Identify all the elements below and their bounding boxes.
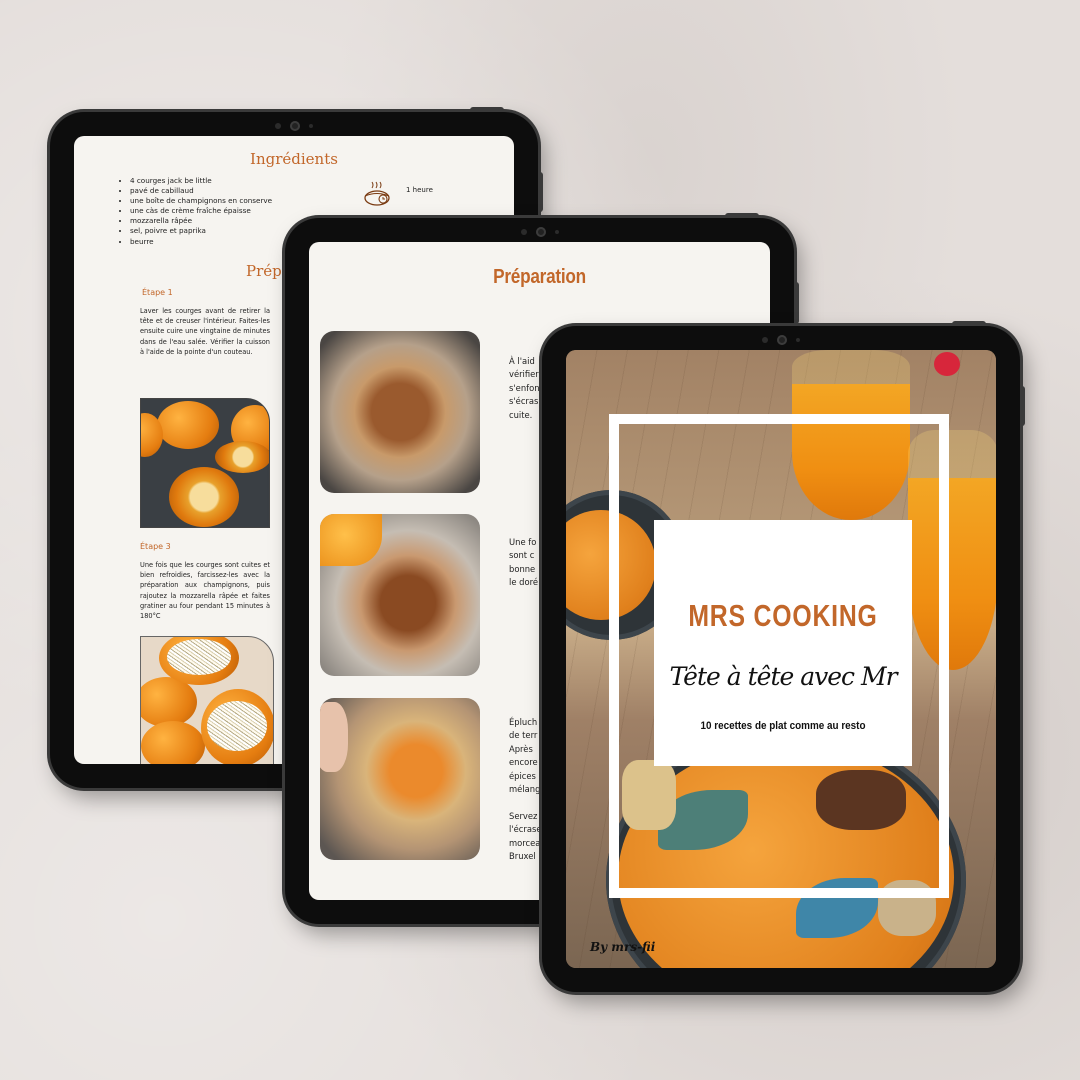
camera-icon xyxy=(762,335,800,345)
tablet-power-button xyxy=(470,107,504,112)
ingredients-title: Ingrédients xyxy=(250,150,338,168)
preparation-title: Préparation xyxy=(493,266,586,288)
ingredient-item: une càs de crème fraîche épaisse xyxy=(130,206,272,216)
cooking-time: 1 heure xyxy=(406,186,433,194)
ingredient-item: mozzarella râpée xyxy=(130,216,272,226)
ingredients-list: 4 courges jack be little pavé de cabilla… xyxy=(118,176,272,247)
cover-title-card: MRS COOKING Tête à tête avec Mr 10 recet… xyxy=(654,520,912,766)
cover-screen: MRS COOKING Tête à tête avec Mr 10 recet… xyxy=(566,350,996,968)
step-1-text: Laver les courges avant de retirer la tê… xyxy=(140,307,270,356)
mashed-potato-photo xyxy=(320,698,480,860)
tablet-volume-button xyxy=(794,282,799,324)
tablet-cover: MRS COOKING Tête à tête avec Mr 10 recet… xyxy=(542,321,1025,992)
step-3-text: Une fois que les courges sont cuites et … xyxy=(140,561,270,621)
preparation-paragraph-1: À l'aid vérifier s'enfon s'écras cuite. xyxy=(509,356,540,420)
camera-icon xyxy=(520,227,559,237)
cooking-pot-timer-icon xyxy=(364,181,390,206)
camera-icon xyxy=(275,121,313,131)
step-3-title: Étape 3 xyxy=(140,542,171,551)
ingredient-item: pavé de cabillaud xyxy=(130,186,272,196)
foil-wrapped-dish-photo xyxy=(320,514,480,676)
preparation-title-partial: Prépa xyxy=(246,262,291,280)
preparation-paragraph-2: Une fo sont c bonne le doré xyxy=(509,537,538,588)
author-signature: By mrs-fii xyxy=(590,940,656,954)
brand-title: MRS COOKING xyxy=(688,598,878,633)
stuffed-pumpkins-photo xyxy=(140,636,274,764)
ingredient-item: beurre xyxy=(130,237,272,247)
preparation-paragraph-3: Épluch de terr Après encore épices mélan… xyxy=(509,717,542,862)
ingredient-item: 4 courges jack be little xyxy=(130,176,272,186)
ingredient-item: sel, poivre et paprika xyxy=(130,226,272,236)
cover-tagline: Tête à tête avec Mr xyxy=(669,662,897,691)
cooked-dish-photo xyxy=(320,331,480,493)
tablet-power-button xyxy=(725,213,759,218)
ingredient-item: une boîte de champignons en conserve xyxy=(130,196,272,206)
tablet-power-button xyxy=(952,321,986,326)
pumpkins-photo xyxy=(140,398,270,528)
tablet-volume-button xyxy=(1020,386,1025,426)
tablet-volume-button xyxy=(538,172,543,212)
cover-subtitle: 10 recettes de plat comme au resto xyxy=(700,720,866,732)
step-1-title: Étape 1 xyxy=(142,288,173,297)
